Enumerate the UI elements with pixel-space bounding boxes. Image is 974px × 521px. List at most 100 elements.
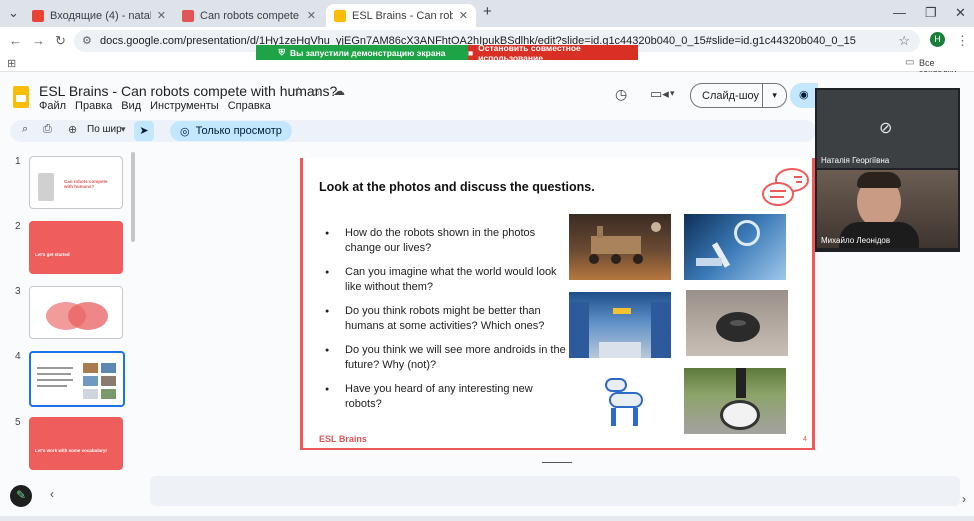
speaker-notes-area[interactable] <box>150 476 960 506</box>
site-info-icon[interactable]: ⚙ <box>82 34 92 47</box>
horizontal-scrollbar[interactable] <box>0 516 974 521</box>
cloud-status-icon[interactable]: ☁ <box>333 84 345 98</box>
warehouse-drone-photo <box>569 292 671 358</box>
thumbnail-image[interactable] <box>29 286 123 339</box>
thumbnail-text: Let's get started <box>35 252 70 257</box>
toolbar: ⌕ ⎙ ⊕ По шир ▾ ➤ ◎ Только просмотр <box>10 120 816 142</box>
menu-icon[interactable]: ⋮ <box>956 33 969 49</box>
brand-footer: ESL Brains <box>319 434 367 444</box>
slide-thumbnails: 1 Can robots compete with humans? 2 Let'… <box>0 150 135 480</box>
eye-icon: ◎ <box>180 125 190 138</box>
close-icon[interactable]: ✕ <box>459 9 468 22</box>
robot-arm-photo <box>684 214 786 280</box>
history-icon[interactable]: ◷ <box>615 86 627 103</box>
slideshow-button[interactable]: Слайд-шоу ▾ <box>690 83 787 108</box>
print-icon[interactable]: ⎙ <box>43 123 52 136</box>
edit-fab-button[interactable]: ✎ <box>10 485 32 507</box>
reload-icon[interactable]: ↻ <box>55 33 66 49</box>
list-item: Have you heard of any interesting new ro… <box>323 382 568 412</box>
thumbnail-scrollbar[interactable] <box>131 152 135 242</box>
globe-icon: ◉ <box>799 89 809 101</box>
star-icon[interactable]: ☆ <box>898 33 910 49</box>
restore-button[interactable]: ❐ <box>925 5 937 21</box>
participant-name: Михайло Леонідов <box>821 236 891 245</box>
move-icon[interactable]: ⌂ <box>312 84 319 98</box>
thumbnail-text: Can robots compete with humans? <box>64 179 108 189</box>
star-icon[interactable]: ☆ <box>293 84 304 98</box>
thumbnail-image[interactable]: Let's get started <box>29 221 123 274</box>
list-item: Do you think robots might be better than… <box>323 304 568 334</box>
stop-share-button[interactable]: ■ Остановить совместное использование <box>468 42 638 63</box>
collapse-chevron-icon[interactable]: ‹ <box>50 487 54 501</box>
stop-share-label: Остановить совместное использование <box>478 42 581 63</box>
robot-dog-photo <box>569 370 671 436</box>
view-only-badge[interactable]: ◎ Только просмотр <box>170 121 292 141</box>
robot-vacuum-photo <box>686 290 788 356</box>
minimize-button[interactable]: — <box>893 5 906 20</box>
list-item: Can you imagine what the world would loo… <box>323 265 568 295</box>
camera-off-icon: ⊘ <box>879 120 893 137</box>
participant-tile[interactable]: ⊘ Наталія Георгіївна <box>817 90 958 168</box>
menu-tools[interactable]: Инструменты <box>150 100 219 112</box>
back-icon[interactable]: ← <box>9 33 22 48</box>
slides-logo-icon[interactable] <box>13 86 29 108</box>
thumbnail-number: 5 <box>15 417 21 428</box>
list-item: Do you think we will see more androids i… <box>323 343 568 373</box>
menu-file[interactable]: Файл <box>39 100 66 112</box>
gmail-icon <box>32 9 44 22</box>
slides-icon <box>334 9 346 22</box>
meet-camera-icon[interactable]: ▭◂ <box>650 86 669 102</box>
side-panel-chevron-icon[interactable]: › <box>962 492 966 506</box>
thumbnail-image[interactable] <box>29 351 125 407</box>
thumbnail-number: 3 <box>15 286 21 297</box>
apps-icon[interactable]: ⊞ <box>7 57 16 70</box>
tab-title: ESL Brains - Can robots compe <box>352 9 453 22</box>
share-button[interactable]: ◉ <box>790 83 818 108</box>
tab-gmail[interactable]: Входящие (4) - natalistroienko@ ✕ <box>24 4 174 27</box>
slideshow-label: Слайд-шоу <box>702 89 760 102</box>
thumbnail-image[interactable]: Can robots compete with humans? <box>29 156 123 209</box>
tab-can-robots[interactable]: Can robots compete with huma ✕ <box>174 4 324 27</box>
speech-bubbles-icon <box>762 168 809 206</box>
slides-icon <box>182 9 194 22</box>
chevron-down-icon[interactable]: ▾ <box>670 88 675 99</box>
slide-title: Look at the photos and discuss the quest… <box>319 180 595 194</box>
screen-share-text: Вы запустили демонстрацию экрана <box>289 47 446 58</box>
tab-esl-brains[interactable]: ESL Brains - Can robots compe ✕ <box>326 4 476 27</box>
menu-edit[interactable]: Правка <box>75 100 112 112</box>
zoom-icon[interactable]: ⊕ <box>68 123 77 136</box>
thumbnail-number: 4 <box>15 351 21 362</box>
tab-search-icon[interactable]: ⌄ <box>8 5 19 21</box>
thumbnail-text: Let's work with some vocabulary! <box>35 448 107 453</box>
zoom-select[interactable]: По шир <box>87 124 122 135</box>
tab-title: Can robots compete with huma <box>200 9 301 22</box>
participant-tile[interactable]: Михайло Леонідов <box>817 170 958 248</box>
close-icon[interactable]: ✕ <box>307 9 316 22</box>
slide-canvas: Look at the photos and discuss the quest… <box>300 158 815 450</box>
chevron-down-icon[interactable]: ▾ <box>762 84 786 107</box>
forward-icon[interactable]: → <box>32 33 45 48</box>
shield-icon: ⛨ <box>278 47 285 57</box>
select-cursor-icon[interactable]: ➤ <box>134 121 154 141</box>
profile-avatar[interactable]: Н <box>930 32 945 47</box>
tab-title: Входящие (4) - natalistroienko@ <box>50 9 151 22</box>
close-window-button[interactable]: ✕ <box>955 5 966 21</box>
question-list: How do the robots shown in the photos ch… <box>323 226 568 421</box>
thumbnail-image[interactable]: Let's work with some vocabulary! <box>29 417 123 470</box>
new-tab-button[interactable]: + <box>483 3 492 20</box>
menu-view[interactable]: Вид <box>121 100 141 112</box>
search-icon[interactable]: ⌕ <box>22 123 28 136</box>
menu-help[interactable]: Справка <box>228 100 271 112</box>
thumbnail-number: 2 <box>15 221 21 232</box>
resize-handle[interactable] <box>542 462 572 463</box>
thumbnail-number: 1 <box>15 156 21 167</box>
menu-bar: Файл Правка Вид Инструменты Справка <box>39 100 271 112</box>
folder-icon: ▭ <box>905 57 915 68</box>
close-icon[interactable]: ✕ <box>157 9 166 22</box>
chevron-down-icon[interactable]: ▾ <box>121 124 126 135</box>
list-item: How do the robots shown in the photos ch… <box>323 226 568 256</box>
screen-share-notice: ⛨ Вы запустили демонстрацию экрана <box>256 45 468 60</box>
view-only-label: Только просмотр <box>195 125 282 137</box>
pencil-icon: ✎ <box>16 488 27 502</box>
hoverboard-photo <box>684 368 786 434</box>
